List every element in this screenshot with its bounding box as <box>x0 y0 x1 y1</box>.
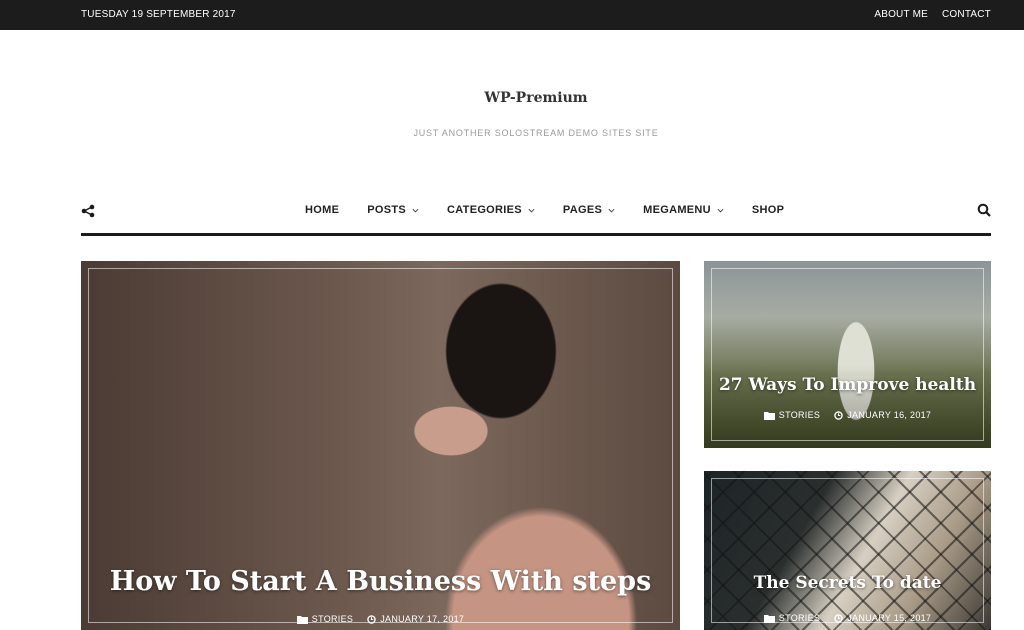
category-label: STORIES <box>778 410 821 420</box>
nav-item-megamenu[interactable]: MEGAMENU <box>643 204 724 216</box>
featured-post-side-2[interactable]: The Secrets To date STORIES JANUARY 15, … <box>704 471 991 630</box>
featured-post-main[interactable]: How To Start A Business With steps STORI… <box>81 261 680 630</box>
top-links: ABOUT ME CONTACT <box>874 9 991 20</box>
current-date: TUESDAY 19 SEPTEMBER 2017 <box>81 9 236 20</box>
post-title[interactable]: How To Start A Business With steps <box>81 566 680 597</box>
nav-item-home[interactable]: HOME <box>305 204 339 216</box>
main-navigation: HOME POSTS CATEGORIES PAGES MEGAMENU SHO… <box>81 196 991 236</box>
folder-icon <box>763 411 775 420</box>
nav-item-label: MEGAMENU <box>643 204 711 216</box>
nav-item-label: CATEGORIES <box>447 204 522 216</box>
nav-menu: HOME POSTS CATEGORIES PAGES MEGAMENU SHO… <box>305 204 812 216</box>
nav-item-categories[interactable]: CATEGORIES <box>447 204 535 216</box>
nav-item-shop[interactable]: SHOP <box>752 204 784 216</box>
featured-post-side-1[interactable]: 27 Ways To Improve health STORIES JANUAR… <box>704 261 991 448</box>
nav-item-pages[interactable]: PAGES <box>563 204 615 216</box>
date-label: JANUARY 16, 2017 <box>847 410 932 420</box>
card-frame <box>711 478 984 623</box>
post-meta: STORIES JANUARY 15, 2017 <box>704 613 991 623</box>
category-label: STORIES <box>778 613 821 623</box>
clock-icon <box>834 410 843 420</box>
date-label: JANUARY 17, 2017 <box>380 614 465 624</box>
category-label: STORIES <box>311 614 354 624</box>
site-title[interactable]: WP-Premium <box>0 90 1024 106</box>
nav-item-label: SHOP <box>751 204 785 216</box>
post-title[interactable]: 27 Ways To Improve health <box>704 375 991 395</box>
search-icon[interactable] <box>977 203 991 217</box>
nav-item-label: HOME <box>305 204 340 216</box>
post-title[interactable]: The Secrets To date <box>704 573 991 593</box>
post-category[interactable]: STORIES <box>296 614 354 624</box>
clock-icon <box>834 613 843 623</box>
about-me-link[interactable]: ABOUT ME <box>874 9 928 20</box>
chevron-down-icon <box>717 208 724 213</box>
chevron-down-icon <box>412 208 419 213</box>
nav-item-label: PAGES <box>562 204 603 216</box>
clock-icon <box>367 614 376 624</box>
post-meta: STORIES JANUARY 16, 2017 <box>704 410 991 420</box>
date-label: JANUARY 15, 2017 <box>847 613 932 623</box>
chevron-down-icon <box>608 208 615 213</box>
post-category[interactable]: STORIES <box>763 410 821 420</box>
share-icon[interactable] <box>81 204 95 218</box>
chevron-down-icon <box>528 208 535 213</box>
nav-item-label: POSTS <box>367 204 406 216</box>
folder-icon <box>763 614 775 623</box>
contact-link[interactable]: CONTACT <box>942 9 991 20</box>
folder-icon <box>296 615 308 624</box>
nav-item-posts[interactable]: POSTS <box>367 204 419 216</box>
post-date: JANUARY 17, 2017 <box>367 614 464 624</box>
site-tagline: JUST ANOTHER SOLOSTREAM DEMO SITES SITE <box>413 128 659 138</box>
top-bar: TUESDAY 19 SEPTEMBER 2017 ABOUT ME CONTA… <box>0 0 1024 30</box>
post-category[interactable]: STORIES <box>763 613 821 623</box>
post-date: JANUARY 15, 2017 <box>834 613 931 623</box>
post-date: JANUARY 16, 2017 <box>834 410 931 420</box>
post-meta: STORIES JANUARY 17, 2017 <box>81 614 680 624</box>
